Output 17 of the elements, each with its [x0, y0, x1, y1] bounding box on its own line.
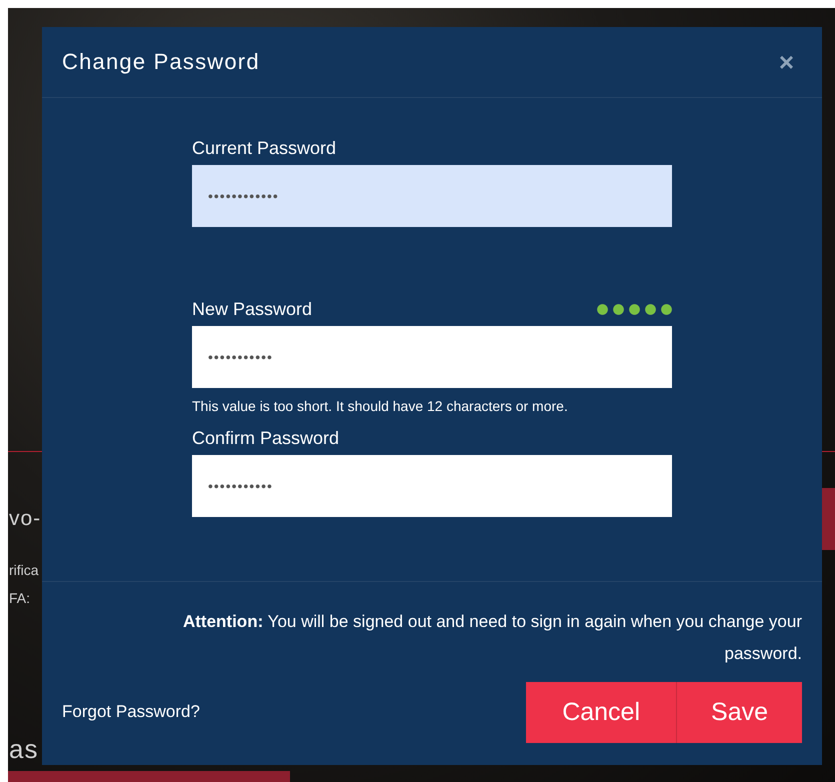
detail-text: rifica [8, 562, 39, 578]
password-field[interactable]: ••••••••••• [192, 455, 672, 517]
section-title: as [8, 734, 38, 766]
dialog-title: Change Password [62, 49, 260, 75]
cancel-button[interactable]: Cancel [526, 682, 676, 743]
password-field[interactable]: •••••••••••• [192, 165, 672, 227]
field-label: Confirm Password [192, 428, 340, 449]
section-title: vo- [8, 507, 42, 532]
forgot-password-link[interactable]: Forgot Password? [62, 702, 200, 722]
field-label: Current Password [192, 138, 336, 159]
attention-message: Attention: You will be signed out and need to sign in again when you change your password. [182, 611, 802, 665]
close-button[interactable]: × [770, 49, 802, 75]
field-label: New Password [192, 299, 312, 320]
error-message: This value is too short. It should have 12 characters or more. [192, 398, 569, 414]
save-button[interactable]: Save [676, 682, 802, 743]
detail-text: FA: [8, 590, 30, 606]
password-field[interactable]: ••••••••••• [192, 326, 672, 388]
